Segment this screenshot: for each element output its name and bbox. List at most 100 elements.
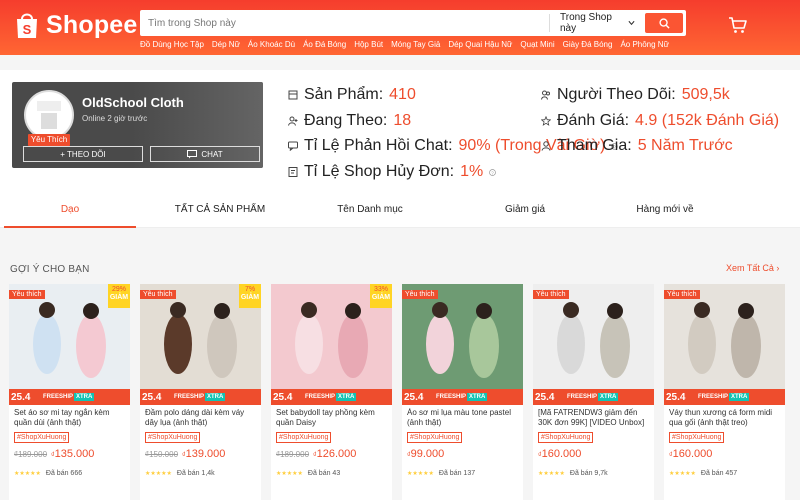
- freeship-label: FREESHIP: [698, 394, 729, 400]
- price-value: 99.000: [410, 448, 445, 460]
- shop-tabs: Dạo TẤT CẢ SẢN PHẨM Tên Danh mục Giảm gi…: [0, 192, 800, 228]
- favorite-tag: Yêu thích: [140, 290, 176, 299]
- freeship-label: FREESHIP: [43, 394, 74, 400]
- tab-all-products[interactable]: TẤT CẢ SẢN PHẨM: [140, 192, 300, 227]
- product-name[interactable]: Váy thun xương cá form midi qua gối (ảnh…: [669, 408, 781, 428]
- product-card[interactable]: Yêu thích 25.4 FREESHIP XTRA [Mã FATREND…: [533, 284, 654, 500]
- promo-strip: 25.4 FREESHIP XTRA: [271, 389, 392, 405]
- product-name[interactable]: [Mã FATRENDW3 giảm đến 30K đơn 99K] [VID…: [538, 408, 650, 428]
- freeship-label: FREESHIP: [305, 394, 336, 400]
- promo-strip: 25.4 FREESHIP XTRA: [402, 389, 523, 405]
- shopee-logo[interactable]: S Shopee: [14, 10, 138, 40]
- trend-tag[interactable]: #ShopXuHuong: [669, 432, 725, 443]
- online-status: Online 2 giờ trước: [82, 114, 148, 123]
- chevron-right-icon: ›: [776, 263, 780, 273]
- cart-icon: [729, 17, 747, 33]
- star-rating: ★★★★★: [407, 471, 434, 477]
- chat-label: CHAT: [201, 149, 223, 159]
- brand-name: Shopee: [46, 10, 138, 39]
- product-name[interactable]: Đầm polo dáng dài kèm váy dây lụa (ảnh t…: [145, 408, 257, 428]
- suggestion-keyword[interactable]: Giày Đá Bóng: [563, 40, 613, 49]
- suggestion-keyword[interactable]: Đồ Dùng Học Tập: [140, 40, 204, 49]
- suggestion-keyword[interactable]: Áo Đá Bóng: [303, 40, 346, 49]
- product-name[interactable]: Áo sơ mi lụa màu tone pastel (ảnh thật): [407, 408, 519, 428]
- sold-count: Đã bán 457: [700, 470, 738, 477]
- product-name[interactable]: Set babydoll tay phồng kèm quần Daisy: [276, 408, 388, 428]
- suggestion-keyword[interactable]: Quạt Mini: [520, 40, 554, 49]
- price-row: ₫189.000 ₫135.000: [14, 448, 94, 460]
- promo-strip: 25.4 FREESHIP XTRA: [9, 389, 130, 405]
- cart-button[interactable]: [728, 16, 748, 39]
- shop-avatar[interactable]: [24, 90, 74, 140]
- favorite-tag: Yêu thích: [664, 290, 700, 299]
- price-value: 126.000: [316, 448, 357, 460]
- suggestion-keyword[interactable]: Hộp Bút: [354, 40, 383, 49]
- product-image: [533, 284, 654, 405]
- current-price: ₫99.000: [407, 448, 444, 460]
- tab-category[interactable]: Tên Danh mục: [300, 192, 440, 227]
- sale-date: 25.4: [142, 391, 162, 403]
- tab-new-arrivals[interactable]: Hàng mới về: [610, 192, 720, 227]
- trend-tag[interactable]: #ShopXuHuong: [14, 432, 70, 443]
- help-icon[interactable]: ?: [489, 168, 497, 176]
- search-scope-select[interactable]: Trong Shop này: [549, 12, 645, 34]
- sale-date: 25.4: [404, 391, 424, 403]
- promo-strip: 25.4 FREESHIP XTRA: [533, 389, 654, 405]
- follow-button[interactable]: + THEO DÕI: [23, 146, 143, 162]
- product-card[interactable]: Yêu thích 29% GIẢM 25.4 FREESHIP XTRA Set …: [9, 284, 130, 500]
- stat-value: 410: [389, 86, 416, 103]
- rating-row: ★★★★★ Đã bán 9,7k: [538, 470, 608, 477]
- stat-value: 4.9 (152k Đánh Giá): [635, 112, 780, 129]
- stat-value: 5 Năm Trước: [637, 137, 733, 154]
- see-all-link[interactable]: Xem Tất Cả ›: [726, 263, 779, 273]
- sold-count: Đã bán 43: [307, 470, 341, 477]
- price-row: ₫99.000: [407, 448, 444, 460]
- chat-button[interactable]: CHAT: [150, 146, 260, 162]
- xtra-badge: XTRA: [336, 393, 357, 401]
- stat-cancel-rate: Tỉ Lệ Shop Hủy Đơn: 1% ?: [288, 163, 497, 181]
- search-button[interactable]: [645, 13, 683, 33]
- price-row: ₫150.000 ₫139.000: [145, 448, 225, 460]
- promo-strip: 25.4 FREESHIP XTRA: [140, 389, 261, 405]
- stat-label: Đánh Giá:: [557, 112, 630, 129]
- favorite-tag: Yêu thích: [533, 290, 569, 299]
- suggestion-keyword[interactable]: Móng Tay Giả: [391, 40, 440, 49]
- star-rating: ★★★★★: [538, 471, 565, 477]
- product-grid: Yêu thích 29% GIẢM 25.4 FREESHIP XTRA Set …: [9, 284, 791, 500]
- product-name[interactable]: Set áo sơ mi tay ngắn kèm quần dùi (ảnh …: [14, 408, 126, 428]
- tab-discount[interactable]: Giảm giá: [440, 192, 610, 227]
- discount-badge: 33% GIẢM: [370, 284, 392, 308]
- suggestion-keyword[interactable]: Dép Quai Hậu Nữ: [448, 40, 512, 49]
- discount-percent: 29%: [111, 286, 126, 293]
- stat-label: Sản Phẩm:: [304, 86, 384, 103]
- search-icon: [658, 17, 670, 29]
- rating-row: ★★★★★ Đã bán 137: [407, 470, 475, 477]
- search-input[interactable]: [140, 10, 549, 36]
- price-row: ₫160.000: [538, 448, 581, 460]
- trend-tag[interactable]: #ShopXuHuong: [276, 432, 332, 443]
- trend-tag[interactable]: #ShopXuHuong: [145, 432, 201, 443]
- star-rating: ★★★★★: [276, 471, 303, 477]
- suggestion-keyword[interactable]: Dép Nữ: [212, 40, 240, 49]
- product-card[interactable]: Yêu thích 25.4 FREESHIP XTRA Váy thun xư…: [664, 284, 785, 500]
- trend-tag[interactable]: #ShopXuHuong: [538, 432, 594, 443]
- follow-label: + THEO DÕI: [60, 149, 106, 159]
- price-row: ₫189.000 ₫126.000: [276, 448, 356, 460]
- suggestion-keyword[interactable]: Áo Khoác Dù: [248, 40, 295, 49]
- shop-card: Yêu Thích OldSchool Cloth Online 2 giờ t…: [12, 82, 263, 168]
- product-card[interactable]: Yêu thích 25.4 FREESHIP XTRA Áo sơ mi lụ…: [402, 284, 523, 500]
- suggestion-keyword[interactable]: Áo Phông Nữ: [620, 40, 669, 49]
- stat-label: Tỉ Lệ Shop Hủy Đơn:: [304, 163, 455, 180]
- cancel-order-icon: [288, 167, 298, 177]
- original-price: ₫150.000: [145, 450, 179, 459]
- product-card[interactable]: 33% GIẢM 25.4 FREESHIP XTRA Set babydoll …: [271, 284, 392, 500]
- freeship-label: FREESHIP: [567, 394, 598, 400]
- product-card[interactable]: Yêu thích 7% GIẢM 25.4 FREESHIP XTRA Đầm p…: [140, 284, 261, 500]
- trend-tag[interactable]: #ShopXuHuong: [407, 432, 463, 443]
- user-icon: [541, 141, 551, 151]
- tab-browse[interactable]: Dạo: [0, 192, 140, 228]
- price-value: 135.000: [54, 448, 95, 460]
- rating-row: ★★★★★ Đã bán 666: [14, 470, 82, 477]
- discount-percent: 7%: [244, 286, 256, 293]
- freeship-label: FREESHIP: [436, 394, 467, 400]
